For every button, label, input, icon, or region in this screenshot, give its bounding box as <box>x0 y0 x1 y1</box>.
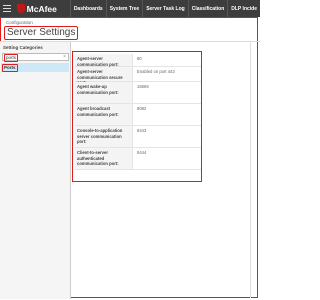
setting-label: Console-to-application server communicat… <box>75 126 133 147</box>
nav-server-task-log[interactable]: Server Task Log <box>142 0 188 17</box>
setting-label: Agent-server communication port: <box>75 54 133 67</box>
category-search-input[interactable]: ports × <box>2 53 69 62</box>
category-label: Ports <box>2 64 18 72</box>
setting-label: Client-to-server authenticated communica… <box>75 148 133 169</box>
clear-search-icon[interactable]: × <box>63 54 66 60</box>
nav-dashboards[interactable]: Dashboards <box>69 0 106 17</box>
settings-table: Agent-server communication port: 80 Agen… <box>72 51 202 182</box>
nav-classification[interactable]: Classification <box>187 0 228 17</box>
sidebar-heading: Setting Categories <box>3 45 43 50</box>
content-border <box>250 42 251 298</box>
top-navigation-bar: McAfee Dashboards System Tree Server Tas… <box>0 0 260 17</box>
nav-system-tree[interactable]: System Tree <box>105 0 142 17</box>
settings-row: Agent-server communication secure port: … <box>75 67 201 85</box>
settings-row: Agent wake-up communication port: 16669 <box>75 82 201 104</box>
page-title: Server Settings <box>4 26 79 40</box>
search-value: ports <box>4 54 19 62</box>
settings-row: Agent-server communication port: 80 <box>75 54 201 67</box>
category-item-ports[interactable]: Ports <box>1 63 69 72</box>
setting-label: Agent broadcast communication port: <box>75 104 133 125</box>
settings-row: Client-to-server authenticated communica… <box>75 148 201 170</box>
mcafee-shield-icon <box>16 4 25 13</box>
setting-label: Agent wake-up communication port: <box>75 82 133 103</box>
nav-dlp-incidents[interactable]: DLP Incide <box>227 0 260 17</box>
menu-icon[interactable] <box>0 0 15 17</box>
breadcrumb[interactable]: Configuration <box>6 20 33 25</box>
settings-row: Console-to-application server communicat… <box>75 126 201 148</box>
setting-label: Agent-server communication secure port: <box>75 67 133 85</box>
settings-row: Agent broadcast communication port: 8082 <box>75 104 201 126</box>
brand-name: McAfee <box>26 3 57 14</box>
mcafee-logo[interactable]: McAfee <box>16 3 70 14</box>
settings-sidebar: Setting Categories ports × Ports <box>0 42 71 299</box>
setting-value: 8444 <box>137 150 147 155</box>
